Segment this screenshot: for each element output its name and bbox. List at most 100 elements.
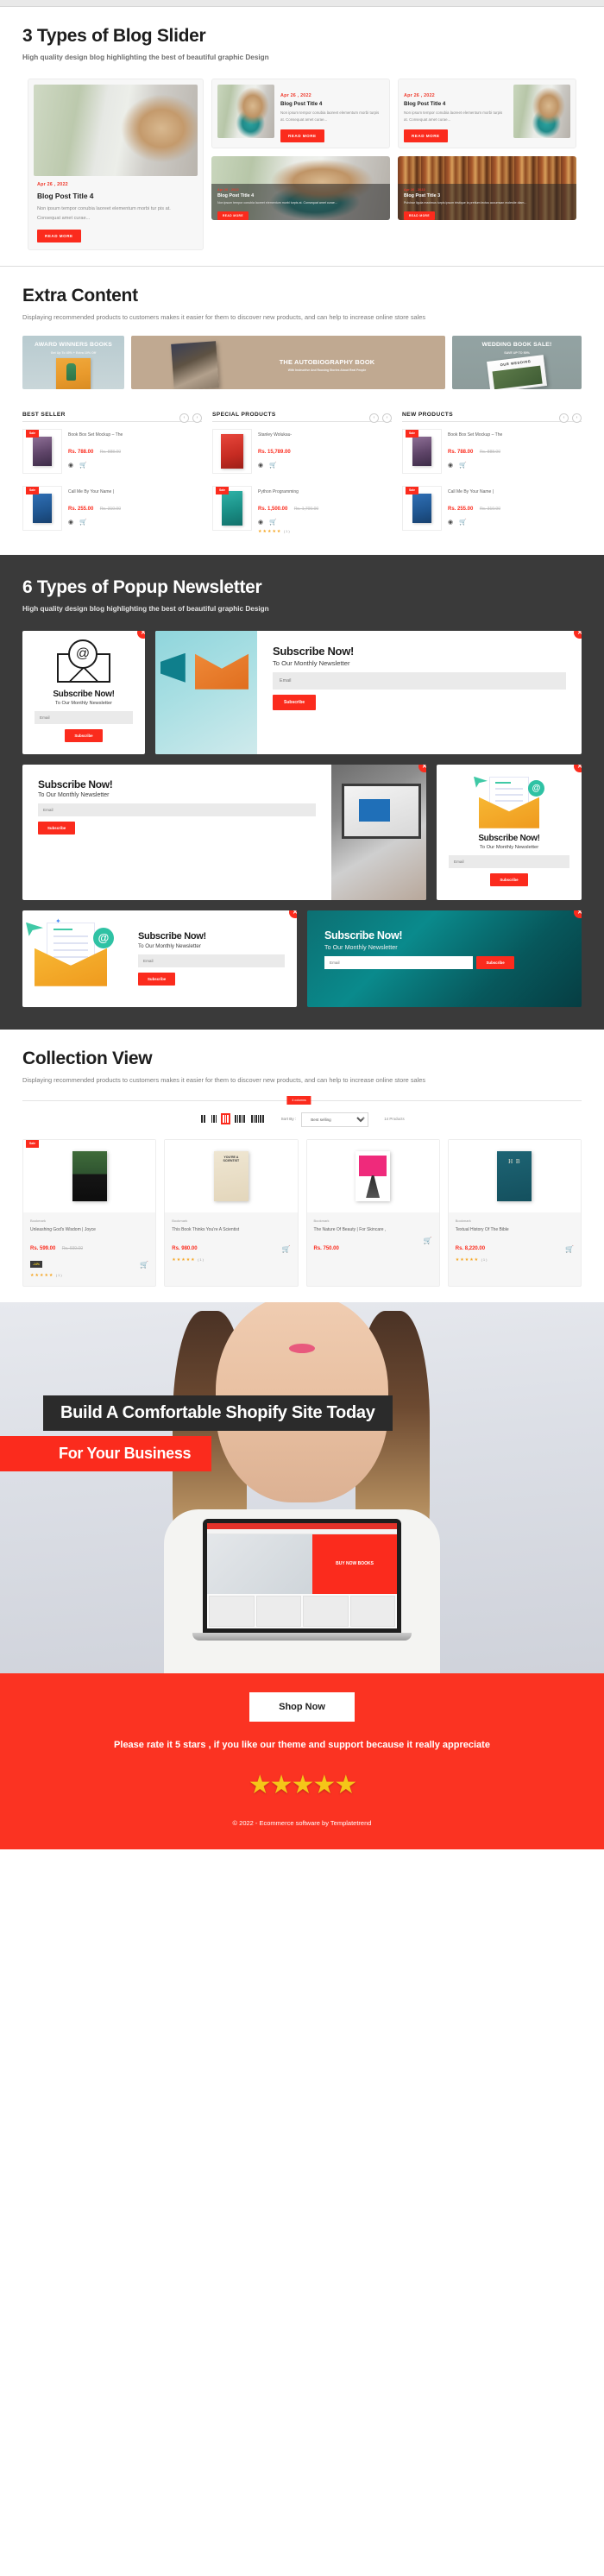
quick-view-icon[interactable]: ◉ [68,519,73,526]
blog-card-overlay[interactable]: Apr 26 , 2022 Blog Post Title 4 Non ipsu… [211,156,390,221]
product-meta: Bookmark Unleashing God's Wisdom | Joyce… [23,1212,155,1286]
close-icon[interactable]: ✕ [574,764,582,772]
quick-view-icon[interactable]: ◉ [68,462,73,469]
product-name[interactable]: Book Box Set Mockup – The [448,432,582,438]
subscribe-button[interactable]: Subscribe [476,955,514,969]
product-name[interactable]: Stanley Wolukau- [258,432,392,438]
collection-product-card[interactable]: Bookmark Textual History Of The Bible Rs… [447,1139,582,1288]
product-row[interactable]: Sale Python Programming Rs. 1,500.00 Rs.… [212,479,392,539]
read-more-button[interactable]: READ MORE [37,229,81,242]
sort-select[interactable]: Best selling [301,1112,369,1128]
add-to-cart-icon[interactable]: 🛒 [140,1261,148,1269]
product-old-price: Rs. 1,700.00 [293,506,319,512]
blog-featured-meta: Apr 26 , 2022 Blog Post Title 4 Non ipsu… [34,176,198,244]
banner-autobiography[interactable]: THE AUTOBIOGRAPHY BOOK With Instructive … [131,335,445,389]
product-row[interactable]: Sale Book Box Set Mockup – The Rs. 788.0… [402,422,582,479]
columns-2-option[interactable] [199,1113,206,1124]
email-input[interactable] [35,710,133,724]
product-old-price: Rs. 310.00 [479,506,500,512]
product-name[interactable]: Call Me By Your Name | [68,489,202,495]
product-vendor: Bookmark [30,1219,47,1224]
blog-card-side[interactable]: Apr 26 , 2022 Blog Post Title 4 Non ipsu… [211,78,390,149]
columns-4-option[interactable] [221,1112,231,1124]
product-thumbnail: Sale [22,428,62,474]
product-price-block: Rs. 980.00 [172,1238,290,1254]
subscribe-button[interactable]: Subscribe [138,973,176,986]
add-to-cart-icon[interactable]: 🛒 [459,519,467,526]
columns-5-option[interactable] [233,1113,247,1124]
shop-now-button[interactable]: Shop Now [249,1692,355,1723]
blog-date: Apr 26 , 2022 [404,92,435,98]
collection-product-card[interactable]: Bookmark This Book Thinks You're A Scien… [164,1139,299,1288]
quick-view-icon[interactable]: ◉ [258,519,263,526]
email-input[interactable] [273,671,566,690]
email-input[interactable] [324,955,473,969]
add-to-cart-icon[interactable]: 🛒 [565,1245,574,1253]
close-icon[interactable]: ✕ [289,910,297,918]
product-row[interactable]: Sale Call Me By Your Name | Rs. 255.00 R… [22,479,202,536]
subscribe-button[interactable]: Subscribe [490,872,528,886]
prev-arrow-icon[interactable]: ‹ [369,413,379,423]
blog-card-side[interactable]: Apr 26 , 2022 Blog Post Title 4 Non ipsu… [398,78,576,149]
collection-product-card[interactable]: Sale Bookmark Unleashing God's Wisdom | … [22,1139,157,1288]
add-to-cart-icon[interactable]: 🛒 [79,462,87,469]
product-old-price: Rs. 699.00 [61,1246,83,1252]
add-to-cart-icon[interactable]: 🛒 [79,519,87,526]
book-graphic [56,358,91,389]
product-name[interactable]: Unleashing God's Wisdom | Joyce [30,1227,148,1233]
read-more-button[interactable]: READ MORE [404,211,435,220]
banner-award-winners[interactable]: AWARD WINNERS BOOKS Get Up To 45% + Extr… [22,335,124,389]
add-to-cart-icon[interactable]: 🛒 [459,462,467,469]
email-input[interactable] [38,803,316,816]
collection-product-card[interactable]: Bookmark The Nature Of Beauty | For Skin… [305,1139,440,1288]
product-row[interactable]: Sale Call Me By Your Name | Rs. 255.00 R… [402,479,582,536]
add-to-cart-icon[interactable]: 🛒 [269,519,277,526]
next-arrow-icon[interactable]: › [192,413,202,423]
add-to-cart-icon[interactable]: 🛒 [424,1237,432,1244]
product-old-price: Rs. 888.00 [479,449,500,455]
blog-featured-image [34,84,198,176]
quick-view-icon[interactable]: ◉ [258,462,263,469]
read-more-button[interactable]: READ MORE [280,129,324,143]
product-name[interactable]: Call Me By Your Name | [448,489,582,495]
product-name[interactable]: This Book Thinks You're A Scientist [172,1227,290,1233]
blog-card-overlay[interactable]: Apr 26 , 2022 Blog Post Title 3 Pulvinar… [398,156,576,221]
product-column-new-products: NEW PRODUCTS ‹ › Sale Book Box Set Mocku… [402,408,582,539]
subscribe-button[interactable]: Subscribe [273,694,317,710]
popup-grid: ✕ @ Subscribe Now! To Our Monthly Newsle… [22,630,582,1007]
add-to-cart-icon[interactable]: 🛒 [269,462,277,469]
email-input[interactable] [449,854,569,868]
columns-6-option[interactable] [249,1113,266,1124]
prev-arrow-icon[interactable]: ‹ [179,413,189,423]
add-to-cart-icon[interactable]: 🛒 [282,1245,291,1253]
product-row[interactable]: Sale Book Box Set Mockup – The Rs. 788.0… [22,422,202,479]
email-input[interactable] [138,954,285,968]
promo-title: Build A Comfortable Shopify Site Today [43,1395,393,1432]
popup-heading: Subscribe Now! [138,931,206,942]
product-name[interactable]: The Nature Of Beauty | For Skincare , [314,1227,432,1233]
popup-card-4: ✕ @ Subscribe Now! To Our Monthly Newsle… [437,764,582,900]
blog-card-featured[interactable]: Apr 26 , 2022 Blog Post Title 4 Non ipsu… [28,78,204,250]
store-hero: BUY NOW BOOKS [207,1534,397,1595]
columns-3-option[interactable] [210,1113,219,1124]
product-row[interactable]: Stanley Wolukau- Rs. 15,789.00 ◉ 🛒 [212,422,392,479]
product-name[interactable]: Textual History Of The Bible [456,1227,574,1233]
product-name[interactable]: Book Box Set Mockup – The [68,432,202,438]
quick-view-icon[interactable]: ◉ [448,462,453,469]
prev-arrow-icon[interactable]: ‹ [559,413,569,423]
popup-section-subtitle: High quality design blog highlighting th… [22,604,269,613]
subscribe-button[interactable]: Subscribe [65,728,103,742]
sort-select-wrap: Best selling ▾ [301,1110,369,1128]
next-arrow-icon[interactable]: › [382,413,392,423]
store-card [303,1596,349,1628]
read-more-button[interactable]: READ MORE [404,129,448,143]
next-arrow-icon[interactable]: › [572,413,582,423]
product-name[interactable]: Python Programming [258,489,392,495]
read-more-button[interactable]: READ MORE [217,211,249,220]
quick-view-icon[interactable]: ◉ [448,519,453,526]
banner-wedding-book[interactable]: WEDDING BOOK SALE! SAVE UP TO 50% OUR WE… [452,335,582,389]
subscribe-button[interactable]: Subscribe [38,821,76,835]
blog-excerpt: Non ipsum tempor conubia laoreet element… [217,200,337,205]
close-icon[interactable]: ✕ [137,630,145,639]
column-title: BEST SELLER [22,411,66,418]
